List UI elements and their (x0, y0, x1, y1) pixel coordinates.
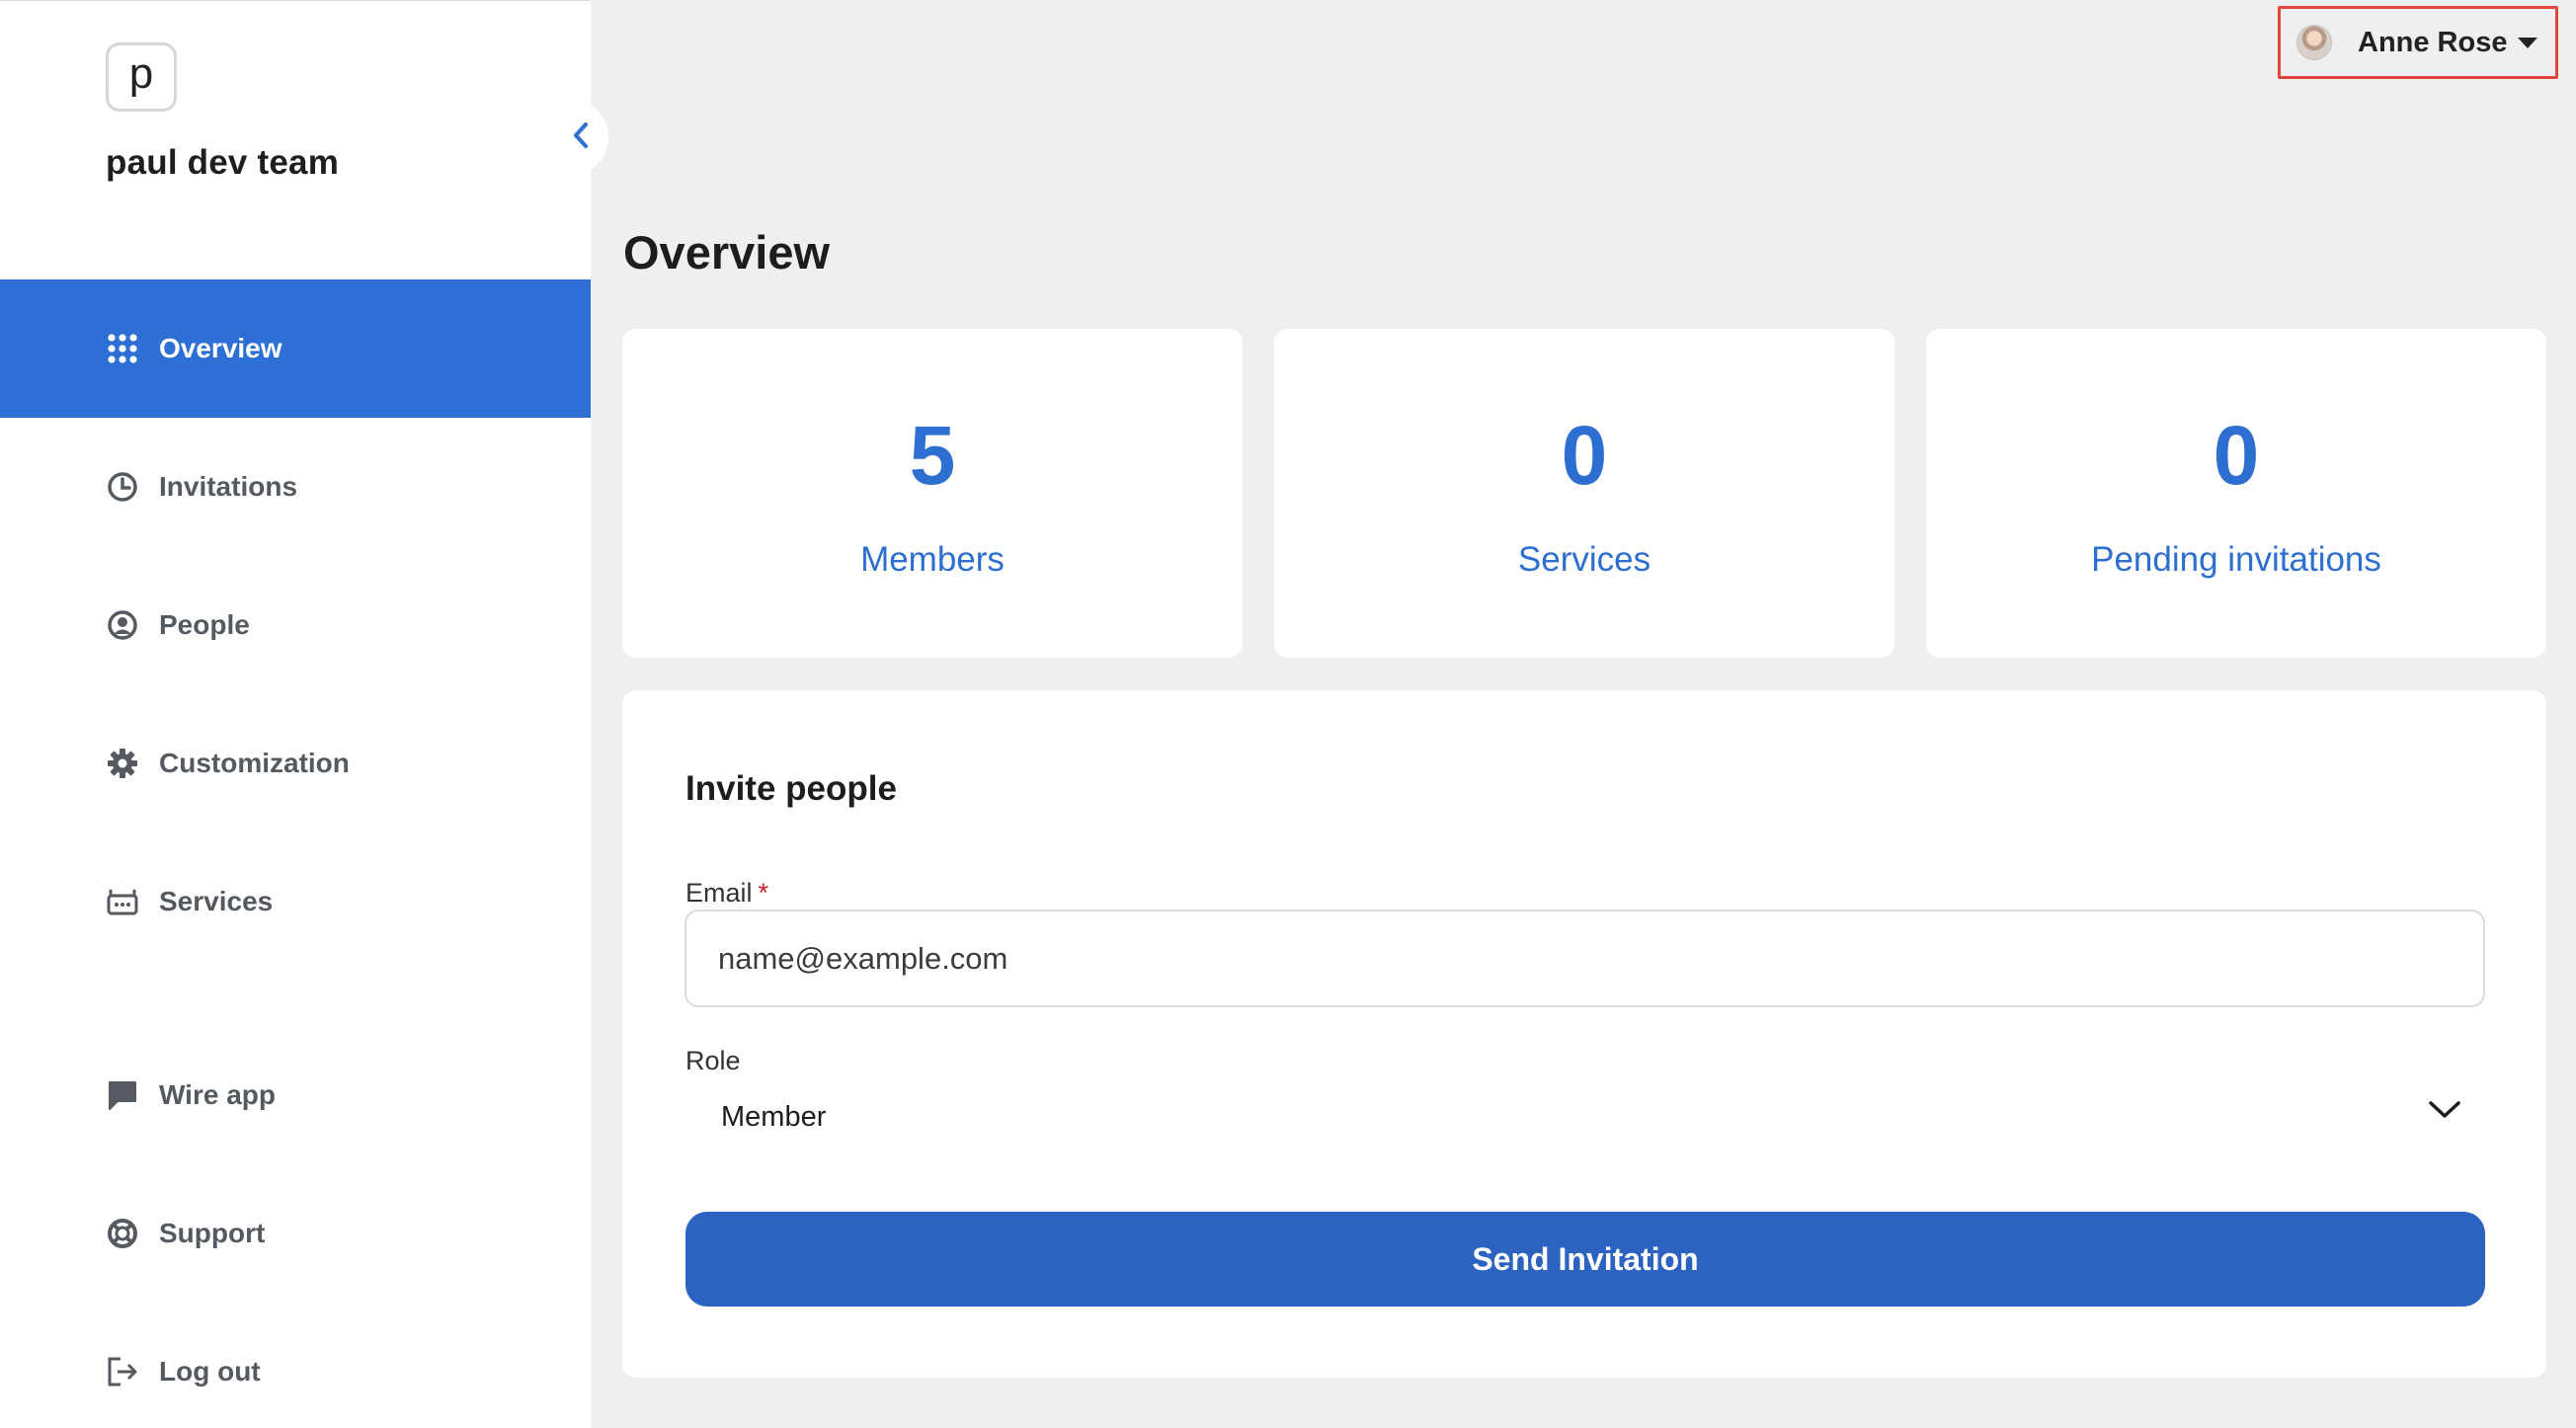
sidebar-item-overview[interactable]: Overview (0, 279, 591, 418)
sidebar-item-label: Services (159, 886, 274, 916)
app-root: p paul dev team Overview Invitations Peo… (0, 0, 2576, 1428)
stat-card-services: 0 Services (1274, 329, 1894, 658)
lifebuoy-icon (106, 1217, 139, 1250)
gear-icon (106, 747, 139, 780)
stat-label: Pending invitations (2091, 540, 2381, 579)
stat-label: Members (860, 540, 1005, 579)
collapse-sidebar-button[interactable] (553, 99, 608, 176)
stat-card-members: 5 Members (622, 329, 1243, 658)
stat-label: Services (1517, 540, 1651, 579)
chevron-left-icon (571, 121, 591, 154)
sidebar-item-support[interactable]: Support (0, 1164, 591, 1303)
robot-icon (106, 885, 139, 918)
sidebar-item-label: Wire app (159, 1079, 276, 1110)
page-title: Overview (623, 226, 831, 278)
user-circle-icon (106, 608, 139, 642)
sidebar-item-services[interactable]: Services (0, 833, 591, 971)
user-name: Anne Rose (2358, 26, 2508, 58)
invite-title: Invite people (685, 769, 897, 808)
logout-icon (106, 1355, 139, 1388)
sidebar-item-customization[interactable]: Customization (0, 694, 591, 833)
email-field[interactable] (684, 910, 2485, 1007)
role-select-value: Member (721, 1100, 827, 1133)
chevron-down-icon (2428, 1099, 2461, 1126)
stat-value: 0 (2213, 409, 2260, 502)
sidebar-item-logout[interactable]: Log out (0, 1303, 591, 1428)
caret-down-icon (2518, 37, 2537, 48)
sidebar-item-invitations[interactable]: Invitations (0, 418, 591, 556)
email-label-text: Email (685, 878, 753, 908)
avatar (2296, 25, 2332, 60)
sidebar-item-label: Log out (159, 1356, 261, 1387)
role-select[interactable]: Member (685, 1077, 2485, 1156)
sidebar: p paul dev team Overview Invitations Peo… (0, 0, 591, 1428)
team-name: paul dev team (106, 143, 340, 182)
invite-people-card: Invite people Email* Role Member Send In… (622, 690, 2546, 1378)
sidebar-item-label: People (159, 609, 250, 640)
role-label: Role (685, 1046, 741, 1075)
sidebar-item-label: Invitations (159, 471, 298, 502)
chat-bubble-icon (106, 1078, 139, 1112)
stat-value: 0 (1561, 409, 1608, 502)
clock-icon (106, 470, 139, 504)
stat-card-pending-invitations: 0 Pending invitations (1926, 329, 2546, 658)
sidebar-item-label: Support (159, 1218, 266, 1248)
stat-value: 5 (909, 409, 956, 502)
user-menu[interactable]: Anne Rose (2278, 6, 2558, 79)
sidebar-item-people[interactable]: People (0, 556, 591, 694)
send-invitation-button[interactable]: Send Invitation (685, 1212, 2485, 1307)
required-asterisk: * (758, 878, 769, 908)
sidebar-item-label: Overview (159, 333, 282, 363)
email-label: Email * (685, 878, 768, 909)
grid-dots-icon (106, 332, 139, 365)
sidebar-item-wire-app[interactable]: Wire app (0, 1026, 591, 1164)
team-logo: p (106, 42, 177, 112)
sidebar-item-label: Customization (159, 748, 350, 778)
